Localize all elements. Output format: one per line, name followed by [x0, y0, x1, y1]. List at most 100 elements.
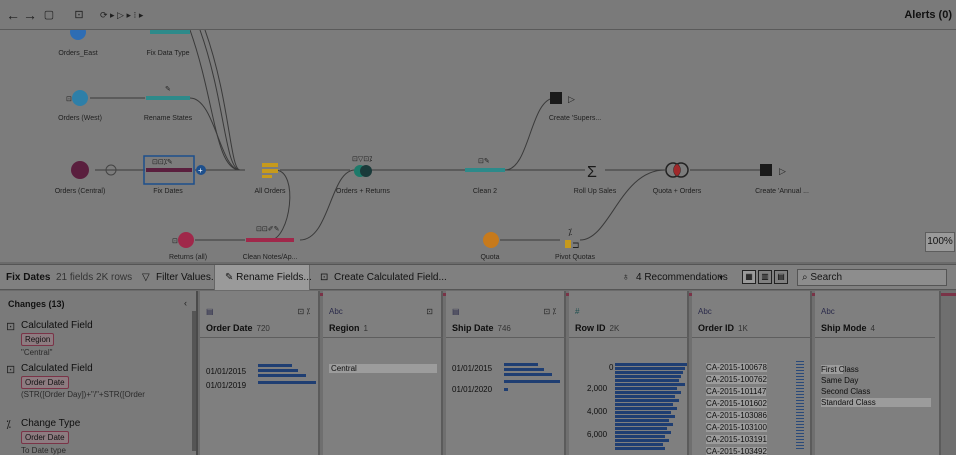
alerts-button[interactable]: Alerts (0) [904, 9, 952, 21]
node-label-rename-states[interactable]: Rename States [108, 115, 228, 122]
svg-text:+: + [198, 166, 203, 175]
histogram-bar[interactable] [615, 363, 687, 366]
histogram-bar[interactable] [504, 363, 538, 366]
chevron-down-icon[interactable]: ▾ [719, 265, 723, 290]
calc-field-icon: ⊡ [6, 364, 16, 376]
data-grid-icon[interactable]: ▤ [774, 270, 788, 284]
flow-canvas[interactable]: ⊡ ✎ ▷ ⊡⊡⁒✎ + ⊡▽⊡⁒ ⊡✎ Σ ▷ ⊡ ⊡⊡✐✎ ⁒ ⊐ Orde… [0, 30, 956, 262]
value-item[interactable]: CA-2015-103191 [706, 435, 767, 444]
field-pill: Order Date [21, 376, 69, 389]
profile-card-ship-date[interactable]: ▤ ⊡ ⁒ Ship Date 746 01/01/2015 01/01/2020 [446, 291, 566, 455]
histogram-bar[interactable] [615, 447, 665, 450]
connect-icon[interactable]: ⊡ [72, 6, 86, 24]
histogram-bar[interactable] [615, 423, 673, 426]
histogram-bar[interactable] [504, 373, 552, 376]
histogram-bar[interactable] [504, 388, 508, 391]
clean-notes-node [246, 238, 294, 242]
histogram-bar[interactable] [258, 364, 292, 367]
date-type-icon: ▤ [452, 307, 460, 316]
save-icon[interactable]: ▢ [42, 6, 56, 24]
histogram-bar[interactable] [615, 431, 671, 434]
svg-text:✎: ✎ [165, 86, 171, 93]
mini-scroll-histogram[interactable] [796, 361, 804, 451]
filter-icon[interactable]: ▽ [142, 265, 150, 290]
histogram-bar[interactable] [615, 383, 685, 386]
filter-values-button[interactable]: Filter Values... [156, 265, 219, 290]
value-bar[interactable]: Same Day [821, 376, 858, 385]
histogram-bar[interactable] [615, 427, 667, 430]
list-view-icon[interactable]: ▥ [758, 270, 772, 284]
change-item[interactable]: ⊡ Calculated Field Order Date (STR([Orde… [6, 363, 191, 415]
histogram-bar[interactable] [615, 407, 677, 410]
profile-card-region[interactable]: Abc ⊡ Region 1 Central [323, 291, 443, 455]
forward-icon[interactable]: → [23, 6, 37, 24]
value-item[interactable]: CA-2015-103100 [706, 423, 767, 432]
histogram-bar[interactable] [615, 387, 677, 390]
recommendations-button[interactable]: 4 Recommendations [636, 265, 728, 290]
value-item[interactable]: CA-2015-100678 [706, 363, 767, 372]
card-action-icons[interactable]: ⊡ ⁒ [543, 307, 556, 316]
node-label-create-annual[interactable]: Create 'Annual ... [722, 188, 842, 195]
run-controls[interactable]: ⟳ ▸ ▷ ▸ ⁝ ▸ [100, 6, 190, 24]
histogram-bar[interactable] [615, 379, 679, 382]
histogram-bar[interactable] [615, 403, 673, 406]
histogram-bar[interactable] [615, 419, 669, 422]
histogram-bar[interactable] [504, 380, 560, 383]
profile-card-order-date[interactable]: ▤ ⊡ ⁒ Order Date 720 01/01/2015 01/01/201… [200, 291, 320, 455]
histogram-bar[interactable] [615, 399, 679, 402]
value-item[interactable]: CA-2015-101602 [706, 399, 767, 408]
value-bar[interactable]: Central [329, 364, 437, 373]
histogram-bar[interactable] [615, 371, 683, 374]
histogram-bar[interactable] [615, 411, 671, 414]
axis-label: 0 [609, 363, 614, 372]
change-item[interactable]: ⁒ Change Type Order Date To Date type [6, 418, 191, 455]
histogram-bar[interactable] [615, 367, 685, 370]
calc-field-icon[interactable]: ⊡ [320, 265, 328, 290]
histogram-bar[interactable] [615, 375, 681, 378]
bin-label: 01/01/2019 [206, 381, 247, 390]
histogram-bar[interactable] [615, 435, 665, 438]
histogram-bar[interactable] [615, 439, 669, 442]
value-bar[interactable]: First Class [821, 365, 859, 374]
create-calculated-field-button[interactable]: Create Calculated Field... [334, 265, 447, 290]
changes-scrollbar[interactable] [192, 311, 196, 451]
node-label-clean-notes[interactable]: Clean Notes/Ap... [210, 254, 330, 261]
node-label-orders-returns[interactable]: Orders + Returns [303, 188, 423, 195]
profile-card-row-id[interactable]: # Row ID 2K 0 2,000 4,000 6,000 [569, 291, 689, 455]
node-label-quota-orders[interactable]: Quota + Orders [617, 188, 737, 195]
rename-states-node [146, 96, 190, 100]
node-label-clean2[interactable]: Clean 2 [425, 188, 545, 195]
node-label-pivot-quotas[interactable]: Pivot Quotas [515, 254, 635, 261]
search-input[interactable]: ⌕ Search [797, 269, 947, 286]
value-item[interactable]: CA-2015-103086 [706, 411, 767, 420]
field-name: Order ID 1K [698, 323, 748, 333]
histogram-bar[interactable] [615, 391, 681, 394]
card-action-icons[interactable]: ⊡ [426, 307, 433, 316]
histogram-bar[interactable] [615, 443, 663, 446]
card-action-icons[interactable]: ⊡ ⁒ [297, 307, 310, 316]
axis-label: 4,000 [587, 407, 608, 416]
rename-fields-button[interactable]: ✎ Rename Fields... [214, 265, 312, 290]
node-label-fix-data-type[interactable]: Fix Data Type [108, 50, 228, 57]
histogram-bar[interactable] [258, 374, 306, 377]
profile-view-icon[interactable]: ▦ [742, 270, 756, 284]
value-item[interactable]: CA-2015-103492 [706, 447, 767, 455]
change-item[interactable]: ⊡ Calculated Field Region "Central" [6, 320, 191, 360]
histogram-bar[interactable] [258, 381, 316, 384]
zoom-level[interactable]: 100% [925, 232, 955, 252]
profile-card-order-id[interactable]: Abc Order ID 1K CA-2015-100678 CA-2015-10… [692, 291, 812, 455]
value-item[interactable]: CA-2015-100762 [706, 375, 767, 384]
axis-label: 6,000 [587, 430, 608, 439]
value-item[interactable]: CA-2015-101147 [706, 387, 767, 396]
profile-card-ship-mode[interactable]: Abc Ship Mode 4 First Class Same Day Seco… [815, 291, 941, 455]
histogram-bar[interactable] [615, 415, 675, 418]
collapse-icon[interactable]: ‹ [184, 298, 187, 308]
histogram-bar[interactable] [504, 368, 544, 371]
back-icon[interactable]: ← [6, 6, 20, 24]
histogram-bar[interactable] [258, 369, 298, 372]
value-bar[interactable]: Standard Class [821, 398, 931, 407]
value-bar[interactable]: Second Class [821, 387, 870, 396]
edit-icon: ✎ [225, 272, 237, 283]
node-label-create-superstore[interactable]: Create 'Supers... [515, 115, 635, 122]
histogram-bar[interactable] [615, 395, 675, 398]
